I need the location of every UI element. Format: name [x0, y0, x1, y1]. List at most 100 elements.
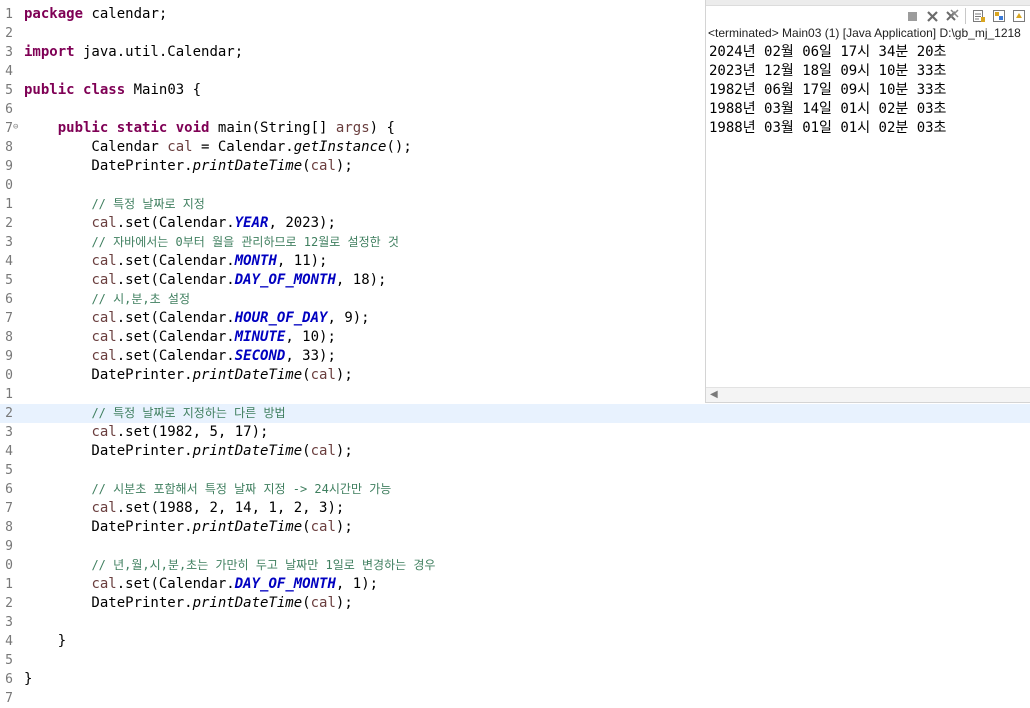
line-number: 7	[5, 121, 13, 136]
code-token: // 시,분,초 설정	[91, 292, 190, 306]
line-number: 6	[5, 482, 13, 497]
code-token: , 9);	[327, 310, 370, 326]
code-line[interactable]: 5	[0, 651, 1030, 670]
code-token: cal	[91, 310, 117, 326]
code-line[interactable]: 3 cal.set(1982, 5, 17);	[0, 423, 1030, 442]
code-token: printDateTime	[192, 443, 303, 459]
line-number: 1	[5, 197, 13, 212]
code-token: .set(Calendar.	[116, 329, 235, 345]
code-line[interactable]: 9	[0, 537, 1030, 556]
console-tab-bar-edge	[706, 0, 1030, 6]
code-token: DatePrinter.	[24, 595, 193, 611]
line-number: 3	[5, 235, 13, 250]
code-line[interactable]: 0 // 년,월,시,분,초는 가만히 두고 날짜만 1일로 변경하는 경우	[0, 556, 1030, 575]
console-output-line: 1988년 03월 01일 01시 02분 03초	[709, 120, 947, 136]
code-token: .set(1982, 5, 17);	[116, 424, 269, 440]
code-token: printDateTime	[192, 595, 303, 611]
code-token: // 특정 날짜로 지정	[91, 197, 205, 211]
code-line[interactable]: 7	[0, 689, 1030, 708]
code-token: java.util.Calendar;	[74, 44, 244, 60]
code-token: main(String[]	[209, 120, 336, 136]
code-line[interactable]: 7 cal.set(1988, 2, 14, 1, 2, 3);	[0, 499, 1030, 518]
remove-launch-icon[interactable]	[925, 9, 940, 24]
code-token: // 자바에서는 0부터 월을 관리하므로 12월로 설정한 것	[91, 235, 399, 249]
scroll-left-icon[interactable]: ◀	[710, 389, 718, 400]
show-console-icon[interactable]	[991, 9, 1006, 24]
code-line[interactable]: 6}	[0, 670, 1030, 689]
code-token: MONTH	[234, 253, 277, 269]
code-line[interactable]: 8 DatePrinter.printDateTime(cal);	[0, 518, 1030, 537]
console-horizontal-scrollbar[interactable]: ◀	[706, 387, 1030, 402]
code-token: // 특정 날짜로 지정하는 다른 방법	[91, 406, 286, 420]
code-token: DatePrinter.	[24, 367, 193, 383]
remove-all-terminated-icon[interactable]	[945, 9, 960, 24]
line-number: 2	[5, 406, 13, 421]
code-line[interactable]: 4 }	[0, 632, 1030, 651]
code-line[interactable]: 1 cal.set(Calendar.DAY_OF_MONTH, 1);	[0, 575, 1030, 594]
code-token: calendar;	[83, 6, 168, 22]
scroll-lock-icon[interactable]	[971, 9, 986, 24]
line-number: 4	[5, 64, 13, 79]
line-number: 8	[5, 140, 13, 155]
code-text: // 특정 날짜로 지정하는 다른 방법	[24, 404, 286, 423]
code-token: class	[83, 82, 126, 98]
code-token: , 33);	[285, 348, 336, 364]
code-line[interactable]: 3	[0, 613, 1030, 632]
code-token: cal	[310, 519, 336, 535]
line-number: 4	[5, 254, 13, 269]
code-token: .set(Calendar.	[116, 348, 235, 364]
code-token: ) {	[369, 120, 395, 136]
line-number: 8	[5, 520, 13, 535]
line-number: 7	[5, 311, 13, 326]
line-number: 6	[5, 292, 13, 307]
code-line[interactable]: 2 // 특정 날짜로 지정하는 다른 방법	[0, 404, 1030, 423]
console-view[interactable]: <terminated> Main03 (1) [Java Applicatio…	[705, 0, 1030, 403]
code-text: }	[24, 632, 66, 651]
code-token: (	[302, 158, 311, 174]
code-token: MINUTE	[234, 329, 286, 345]
code-token: (	[302, 443, 311, 459]
terminate-icon[interactable]	[905, 9, 920, 24]
pin-console-icon[interactable]	[1011, 9, 1026, 24]
code-line[interactable]: 6 // 시분초 포함해서 특정 날짜 지정 -> 24시간만 가능	[0, 480, 1030, 499]
line-number: 7	[5, 501, 13, 516]
code-token: );	[335, 519, 353, 535]
code-token: );	[335, 158, 353, 174]
line-number: 4	[5, 634, 13, 649]
code-token: getInstance	[293, 139, 387, 155]
line-number: 7	[5, 691, 13, 706]
code-token: .set(Calendar.	[116, 310, 235, 326]
launch-status-label: <terminated> Main03 (1) [Java Applicatio…	[708, 26, 1021, 40]
fold-toggle-icon[interactable]: ⊖	[13, 123, 21, 132]
code-line[interactable]: 2 DatePrinter.printDateTime(cal);	[0, 594, 1030, 613]
code-token: package	[24, 6, 84, 22]
code-token: cal	[91, 348, 117, 364]
code-token: Main03 {	[125, 82, 202, 98]
console-output-line: 2023년 12월 18일 09시 10분 33초	[709, 63, 947, 79]
line-number: 1	[5, 387, 13, 402]
line-number: 8	[5, 330, 13, 345]
code-token: , 11);	[276, 253, 328, 269]
line-number: 6	[5, 102, 13, 117]
code-token: }	[24, 633, 67, 649]
code-text: cal.set(Calendar.HOUR_OF_DAY, 9);	[24, 309, 370, 328]
code-token: cal	[310, 595, 336, 611]
code-line[interactable]: 4 DatePrinter.printDateTime(cal);	[0, 442, 1030, 461]
code-token: DatePrinter.	[24, 519, 193, 535]
code-token: , 1);	[335, 576, 379, 592]
code-line[interactable]: 5	[0, 461, 1030, 480]
code-token: public	[24, 82, 75, 98]
line-number: 0	[5, 558, 13, 573]
line-number: 9	[5, 159, 13, 174]
